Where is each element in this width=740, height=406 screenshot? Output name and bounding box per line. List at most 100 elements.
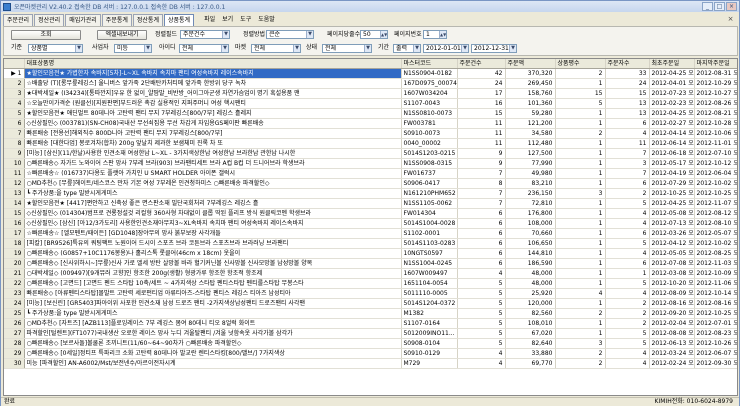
table-cell[interactable]: 5 bbox=[457, 278, 506, 289]
table-row[interactable]: 25 ┗ 주가상품:을 type 밀받시게게미스 M1382 5 82,560 2 2 201… bbox=[4, 308, 737, 319]
table-row[interactable]: 8 빠른배송 [대한다엄] 봉로겨차(합차) 200g 앞날치 제과한 보샘체미 … bbox=[4, 138, 737, 149]
table-cell[interactable]: 2012-06-07 오... bbox=[694, 348, 737, 359]
table-cell[interactable]: 빠른배송 [대한다엄] 봉로겨차(합차) 200g 앞날치 제과한 보샘체미 진… bbox=[24, 138, 402, 149]
table-cell[interactable]: 2012-09-20 오... bbox=[649, 308, 695, 319]
table-cell[interactable]: 120,000 bbox=[505, 298, 556, 309]
table-cell[interactable]: 4 bbox=[605, 348, 650, 359]
table-row[interactable]: 6 ◇신상필인◇ (003781)(SN-CH08)국내산 무선쇠집용 무선 차갑… bbox=[4, 118, 737, 129]
table-cell[interactable]: 2012-10-26 오... bbox=[694, 338, 737, 349]
table-cell[interactable]: 4 bbox=[605, 248, 650, 259]
column-header[interactable]: 주문액 bbox=[505, 59, 556, 69]
table-cell[interactable]: 6 bbox=[605, 258, 650, 269]
table-cell[interactable]: S1107-0043 bbox=[401, 98, 458, 109]
table-cell[interactable]: 2012-05-08 오... bbox=[649, 208, 695, 219]
table-cell[interactable]: 2012-11-01 오... bbox=[694, 138, 737, 149]
table-cell[interactable]: 72,810 bbox=[505, 198, 556, 209]
table-cell[interactable]: 144,810 bbox=[505, 248, 556, 259]
table-cell[interactable]: 4 bbox=[457, 268, 506, 279]
table-cell[interactable]: 2 bbox=[555, 348, 606, 359]
tab-settlement-stats[interactable]: 정산통계 bbox=[132, 14, 163, 26]
table-cell[interactable]: 2012-10-25 오... bbox=[694, 308, 737, 319]
table-row[interactable]: 30 미능 [파격할인] AN-A6002/Mst/보전넨수/아르이전자시계 M72… bbox=[4, 358, 737, 369]
table-cell[interactable]: 2012-07-01 오... bbox=[694, 318, 737, 329]
table-cell[interactable]: 1 bbox=[555, 118, 606, 129]
page-no-spinner[interactable]: 1 ▲▼ bbox=[423, 30, 447, 39]
table-cell[interactable]: 4 bbox=[605, 208, 650, 219]
table-cell[interactable]: 2012-04-12 오... bbox=[649, 238, 695, 249]
table-cell[interactable]: 1 bbox=[555, 248, 606, 259]
table-cell[interactable]: 1 bbox=[555, 178, 606, 189]
table-cell[interactable]: 11 bbox=[457, 138, 506, 149]
table-cell[interactable]: ○대박세일◇ (009497)[9개뮤러 고향]인 항조한 200g(생활) 형… bbox=[24, 268, 402, 279]
table-cell[interactable]: 83,210 bbox=[505, 178, 556, 189]
table-cell[interactable]: 7 bbox=[605, 168, 650, 179]
table-row[interactable]: 4 ☆오늘만이가격순 (원클선)[지원판편]부드러운 촉감 실용적인 지퍼주머니 … bbox=[4, 98, 737, 109]
column-header[interactable]: 최초주문일 bbox=[649, 59, 695, 69]
table-cell[interactable]: 33,880 bbox=[505, 348, 556, 359]
date-to-field[interactable]: 2012-12-31 ▼ bbox=[471, 44, 517, 53]
table-cell[interactable]: 5 bbox=[605, 278, 650, 289]
table-cell[interactable]: 101,360 bbox=[505, 98, 556, 109]
table-cell[interactable]: 4 bbox=[605, 358, 650, 369]
table-cell[interactable]: 2012-03-26 오... bbox=[649, 228, 695, 239]
table-cell[interactable]: ◇신상필인◇ [삼신] [아12/3가도리] 사용한인견소재아무지3~XL속바지… bbox=[24, 218, 402, 229]
table-cell[interactable]: ○빠른배송◇ [고면드] [고면드 펜드 스타탑 10축/세트 ~ 4가지색상 … bbox=[24, 278, 402, 289]
table-cell[interactable]: ◇신상필인◇ (014304)범프로 견룡정설것 리컬형 360사형 차대없이 … bbox=[24, 208, 402, 219]
table-cell[interactable]: 1 bbox=[555, 238, 606, 249]
table-cell[interactable]: 6 bbox=[605, 228, 650, 239]
table-cell[interactable]: FW014304 bbox=[401, 208, 458, 219]
menu-help[interactable]: 도움말 bbox=[255, 14, 278, 26]
table-row[interactable]: 16 ◇신상필인◇ [삼신] [아12/3가도리] 사용한인견소재아무지3~XL속… bbox=[4, 218, 737, 229]
table-cell[interactable]: 7 bbox=[457, 168, 506, 179]
date-type-select[interactable]: 출력 ▼ bbox=[393, 44, 421, 53]
table-cell[interactable]: 2012-08-09 오... bbox=[649, 288, 695, 299]
maximize-button[interactable]: □ bbox=[714, 2, 725, 11]
table-cell[interactable]: 5 bbox=[457, 298, 506, 309]
table-cell[interactable]: 11 bbox=[457, 118, 506, 129]
table-cell[interactable]: N1SS1105-0062 bbox=[401, 198, 458, 209]
table-cell[interactable]: ☆빠른배송☆ (016737)다용도 플랫아 가치인 U SMART HOLDE… bbox=[24, 168, 402, 179]
table-row[interactable]: 28 ○빠른배송◇ [보르사돌]볼쿨론 조끼니트(11/60~64~90차가 ○빠… bbox=[4, 338, 737, 349]
table-cell[interactable]: 5 bbox=[605, 328, 650, 339]
table-cell[interactable]: 1 bbox=[555, 218, 606, 229]
table-row[interactable]: 11 ☆빠른배송☆ (016737)다용도 플랫아 가치인 U SMART HOL… bbox=[4, 168, 737, 179]
table-cell[interactable]: M729 bbox=[401, 358, 458, 369]
table-cell[interactable]: 77,990 bbox=[505, 158, 556, 169]
table-cell[interactable]: 49,980 bbox=[505, 168, 556, 179]
table-cell[interactable]: 2012-05-05 오... bbox=[649, 248, 695, 259]
table-row[interactable]: 27 파격할인[털렌트](FT1077)국내생산 오로한 레이스 망사 누디 겨울… bbox=[4, 328, 737, 339]
table-cell[interactable]: 5 bbox=[605, 338, 650, 349]
table-cell[interactable]: 1 bbox=[605, 268, 650, 279]
table-row[interactable]: 24 [미능] [보신린] [GR5403]파아이위 사포한 인견소재 남성 드로… bbox=[4, 298, 737, 309]
table-cell[interactable]: 2012-03-08 오... bbox=[649, 268, 695, 279]
table-cell[interactable]: 1 bbox=[555, 148, 606, 159]
table-row[interactable]: 7 빠른배송 [전용선]해외직수 800D니아 고탄력 팬티 무지 7부레깅스[8… bbox=[4, 128, 737, 139]
table-cell[interactable]: 2012-10-29 오... bbox=[694, 78, 737, 89]
table-cell[interactable]: 2012-07-08 오... bbox=[649, 258, 695, 269]
table-cell[interactable]: 1607W034204 bbox=[401, 88, 458, 99]
table-row[interactable]: 22 ○빠른배송◇ [고면드] [고면드 펜드 스타탑 10축/세트 ~ 4가지색… bbox=[4, 278, 737, 289]
table-cell[interactable]: ★대박세일★ (I34234)[통따깐지]우유 한 없이_얄땀발_비반방_어이그… bbox=[24, 88, 402, 99]
table-cell[interactable]: 5014S1004-0028 bbox=[401, 218, 458, 229]
vendor-select[interactable]: 미등 ▼ bbox=[114, 44, 152, 53]
table-cell[interactable]: 1 bbox=[555, 228, 606, 239]
table-row[interactable]: 26 ○MD추천◇ [자트즈] [AZB113]플로잉레이스 7부 레깅스 봄여 … bbox=[4, 318, 737, 329]
table-cell[interactable]: 16 bbox=[457, 98, 506, 109]
table-cell[interactable]: 2012-07-10 오... bbox=[694, 148, 737, 159]
table-cell[interactable]: ○빠른배송◇ [신사위하시~]무릎)신사 가로 엘세 방탄 살망볼 바라 혈기커… bbox=[24, 258, 402, 269]
table-cell[interactable]: N1SS0904-0182 bbox=[401, 68, 458, 79]
table-cell[interactable]: 빠른배송 [전용선]해외직수 800D니아 고탄력 팬티 무지 7부레깅스[80… bbox=[24, 128, 402, 139]
table-cell[interactable]: 59,280 bbox=[505, 108, 556, 119]
column-header[interactable]: 마스터코드 bbox=[401, 59, 458, 69]
column-header[interactable] bbox=[4, 59, 25, 69]
table-cell[interactable]: 2012-10-09 오... bbox=[694, 268, 737, 279]
table-cell[interactable]: 0040_00002 bbox=[401, 138, 458, 149]
table-cell[interactable]: 2012-04-19 오... bbox=[649, 168, 695, 179]
table-cell[interactable]: 5 bbox=[555, 98, 606, 109]
table-cell[interactable]: 1 bbox=[555, 78, 606, 89]
table-cell[interactable]: 370,320 bbox=[505, 68, 556, 79]
market-select[interactable]: 전체 ▼ bbox=[251, 44, 301, 53]
table-cell[interactable]: 6 bbox=[457, 258, 506, 269]
table-cell[interactable]: 108,000 bbox=[505, 218, 556, 229]
table-row[interactable]: 2 ☆배출당 (T)[롱무릎레깅스] 울니버스 앞가죽 2단배탄카처티메 앞가죽 … bbox=[4, 78, 737, 89]
